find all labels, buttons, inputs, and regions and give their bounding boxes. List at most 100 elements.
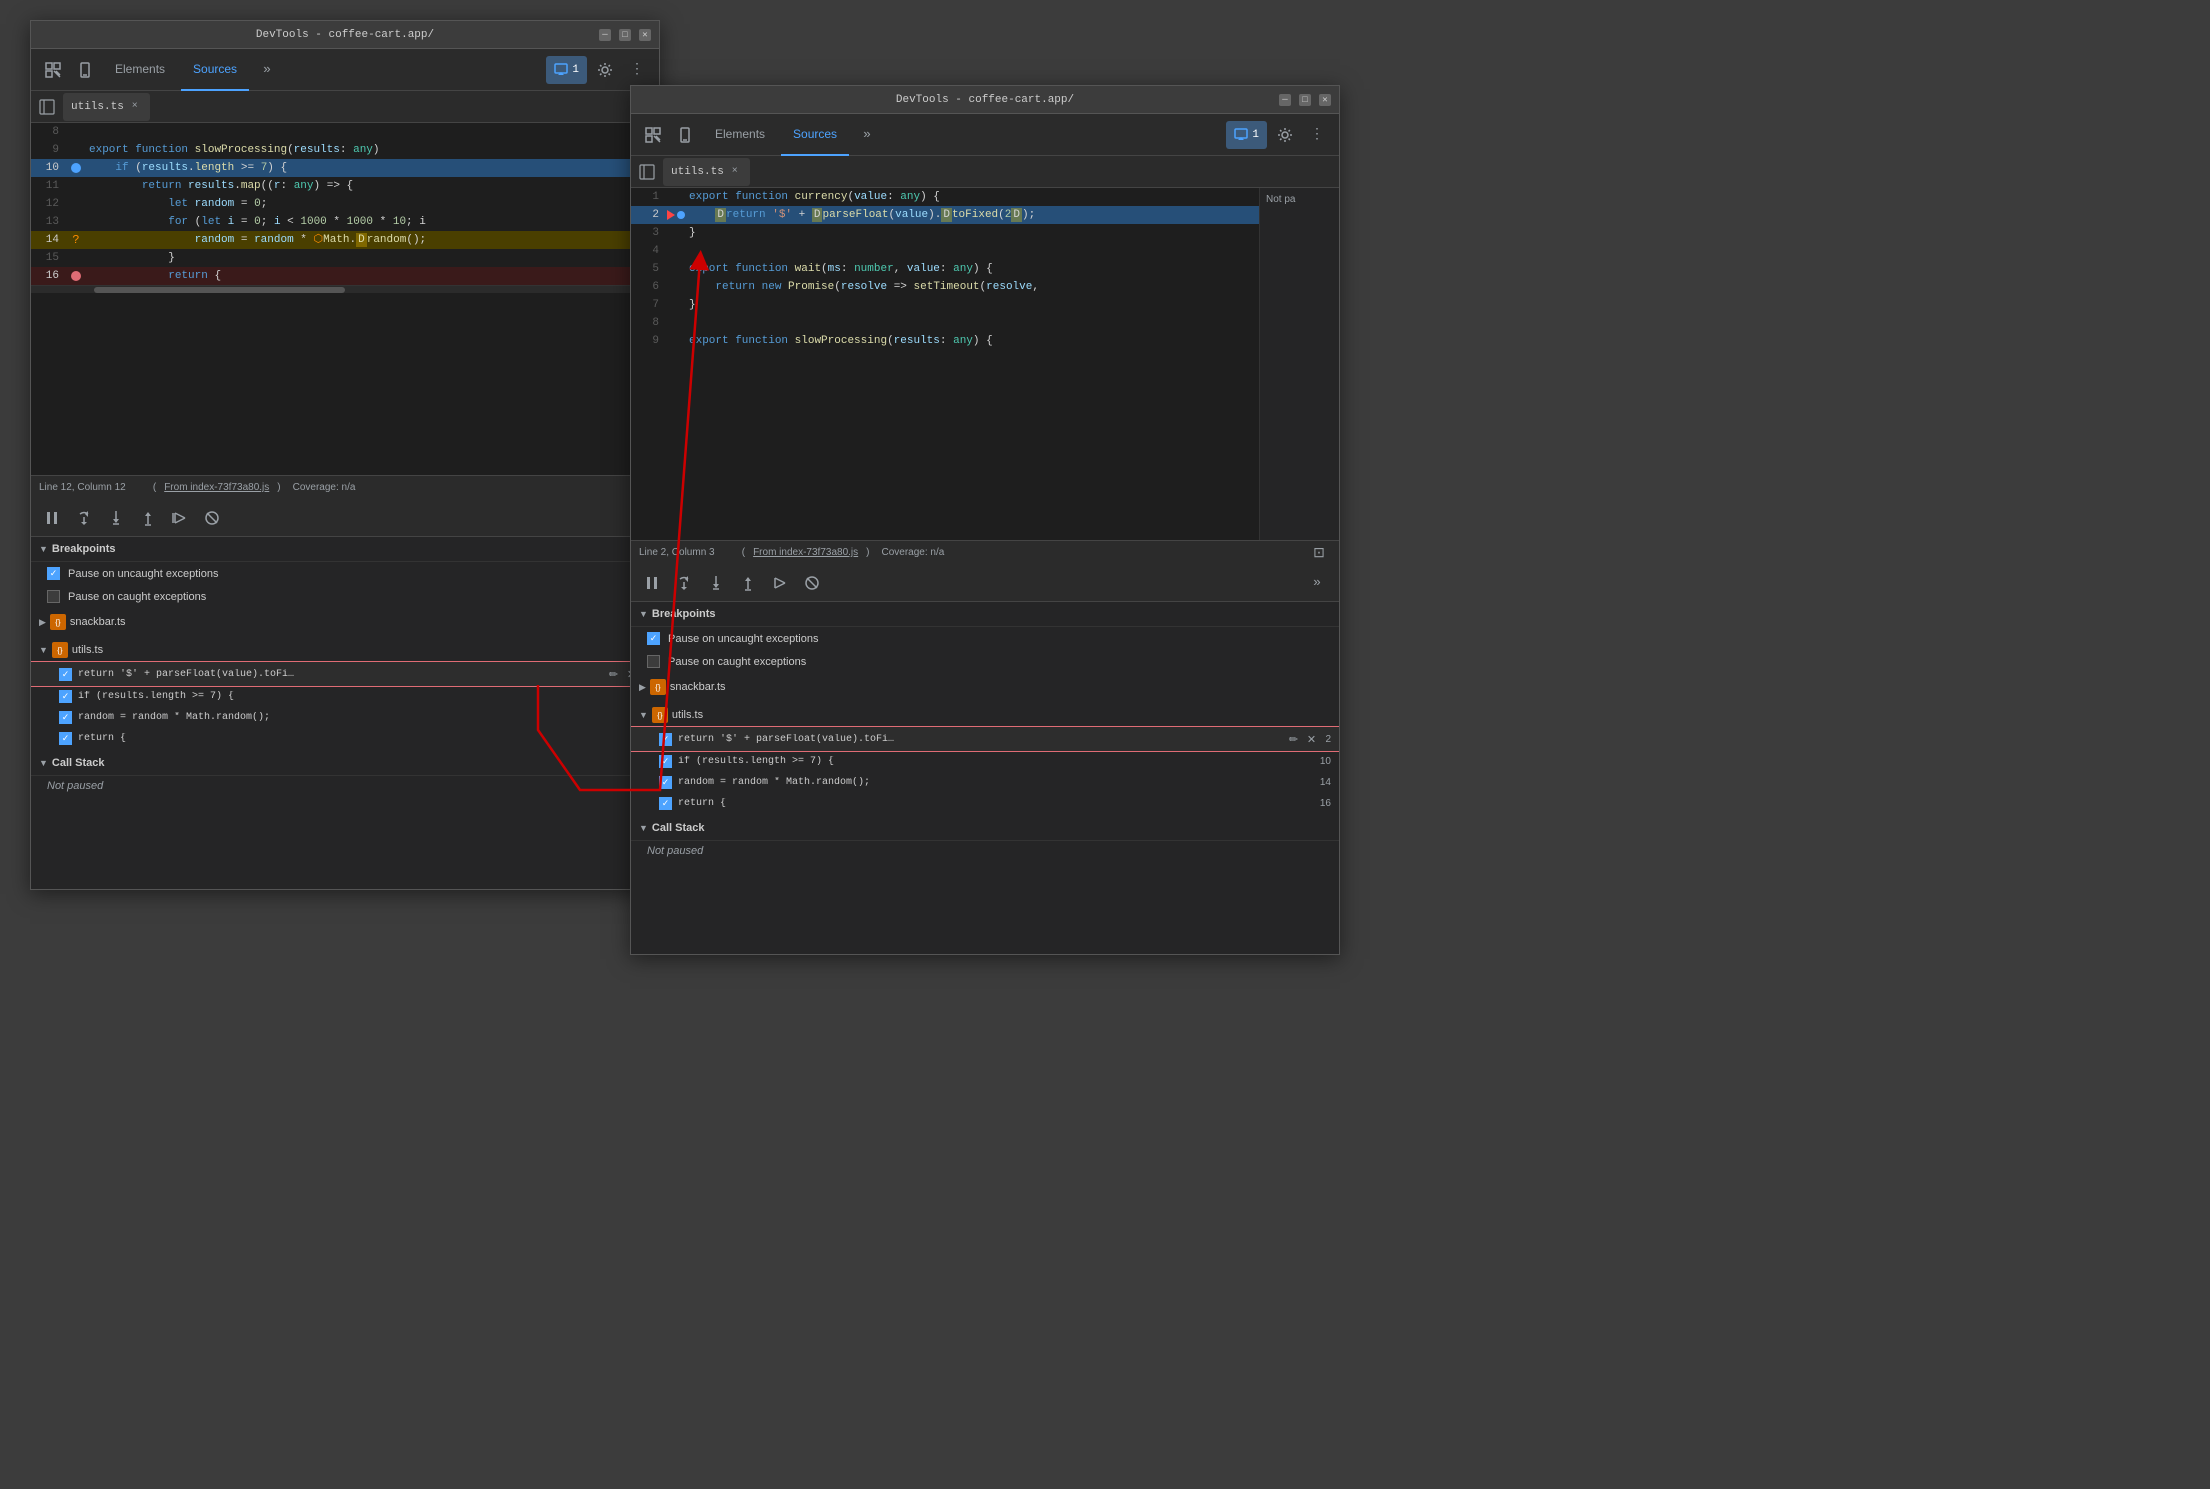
restore-btn-2[interactable]: □ — [1299, 94, 1311, 106]
close-tab-btn-1[interactable]: × — [128, 100, 142, 114]
bp-cb-1-1[interactable] — [59, 668, 72, 681]
device-icon-2[interactable] — [671, 121, 699, 149]
step-out-btn-2[interactable] — [735, 570, 761, 596]
titlebar-1: DevTools - coffee-cart.app/ ─ □ ✕ — [31, 21, 659, 49]
bp-edit-btn-1-2[interactable]: ✏ — [1285, 731, 1301, 747]
pause-caught-item-1: Pause on caught exceptions — [31, 585, 659, 608]
call-stack-header-2[interactable]: ▼ Call Stack — [631, 816, 1339, 841]
step-out-btn-1[interactable] — [135, 505, 161, 531]
step-into-btn-1[interactable] — [103, 505, 129, 531]
pause-resume-btn-2[interactable] — [639, 570, 665, 596]
editor-scrollbar-1[interactable] — [31, 285, 659, 293]
bp-edit-btn-1-1[interactable]: ✏ — [605, 666, 621, 682]
more-tabs-btn-2[interactable]: » — [853, 121, 881, 149]
bp-cb-3-2[interactable] — [659, 776, 672, 789]
pause-caught-cb-1[interactable] — [47, 590, 60, 603]
source-map-link-1[interactable]: From index-73f73a80.js — [164, 482, 269, 493]
code-line-w2-4: 4 — [631, 242, 1259, 260]
call-stack-label-1: Call Stack — [52, 757, 105, 769]
call-stack-header-1[interactable]: ▼ Call Stack — [31, 751, 659, 776]
step-over-btn-2[interactable] — [671, 570, 697, 596]
device-icon[interactable] — [71, 56, 99, 84]
breakpoints-header-2[interactable]: ▼ Breakpoints — [631, 602, 1339, 627]
file-header-utils-2[interactable]: ▼ {} utils.ts — [631, 703, 1339, 727]
minimize-btn-2[interactable]: ─ — [1279, 94, 1291, 106]
bp-cb-2-2[interactable] — [659, 755, 672, 768]
code-editor-2: 1 export function currency(value: any) {… — [631, 188, 1259, 540]
tab-sources-2[interactable]: Sources — [781, 114, 849, 156]
code-line-11: 11 return results.map((r: any) => { — [31, 177, 659, 195]
deactivate-breakpoints-btn-1[interactable] — [199, 505, 225, 531]
code-line-w2-7: 7 } — [631, 296, 1259, 314]
bp-row-3-2[interactable]: random = random * Math.random(); 14 — [631, 772, 1339, 793]
bp-row-4-1[interactable]: return { 16 — [31, 728, 659, 749]
tab-sources-1[interactable]: Sources — [181, 49, 249, 91]
messages-btn-2[interactable]: 1 — [1226, 121, 1267, 149]
step-into-btn-2[interactable] — [703, 570, 729, 596]
window-controls-2: ─ □ ✕ — [1279, 94, 1331, 106]
file-tab-utils-2[interactable]: utils.ts × — [663, 158, 750, 186]
pause-uncaught-cb-2[interactable] — [647, 632, 660, 645]
code-editor-1: 8 9 export function slowProcessing(resul… — [31, 123, 659, 475]
bp-row-3-1[interactable]: random = random * Math.random(); 14 — [31, 707, 659, 728]
source-map-link-2[interactable]: From index-73f73a80.js — [753, 547, 858, 558]
minimize-btn-1[interactable]: ─ — [599, 29, 611, 41]
pause-uncaught-cb-1[interactable] — [47, 567, 60, 580]
bp-line-2-2: 10 — [1320, 756, 1331, 767]
deactivate-breakpoints-btn-2[interactable] — [799, 570, 825, 596]
bp-line-3-2: 14 — [1320, 777, 1331, 788]
bp-row-2-2[interactable]: if (results.length >= 7) { 10 — [631, 751, 1339, 772]
file-section-utils-2: ▼ {} utils.ts return '$' + parseFloat(va… — [631, 701, 1339, 816]
bp-line-1-2: 2 — [1325, 734, 1331, 745]
bp-cb-3-1[interactable] — [59, 711, 72, 724]
close-tab-btn-2[interactable]: × — [728, 165, 742, 179]
snackbar-filename-2: snackbar.ts — [670, 681, 726, 693]
file-header-snackbar-1[interactable]: ▶ {} snackbar.ts — [31, 610, 659, 634]
step-over-btn-1[interactable] — [71, 505, 97, 531]
more-menu-icon-1[interactable]: ⋮ — [623, 56, 651, 84]
code-line-16: 16 return { — [31, 267, 659, 285]
continue-btn-1[interactable] — [167, 505, 193, 531]
expand-panel-btn-2[interactable]: ⊡ — [1307, 541, 1331, 565]
bp-cb-4-2[interactable] — [659, 797, 672, 810]
tab-elements-1[interactable]: Elements — [103, 49, 177, 91]
pause-uncaught-label-1: Pause on uncaught exceptions — [68, 568, 218, 580]
pause-resume-btn-1[interactable] — [39, 505, 65, 531]
pause-caught-cb-2[interactable] — [647, 655, 660, 668]
bp-cb-4-1[interactable] — [59, 732, 72, 745]
settings-icon-2[interactable] — [1271, 121, 1299, 149]
bp-row-2-1[interactable]: if (results.length >= 7) { 10 — [31, 686, 659, 707]
settings-icon-1[interactable] — [591, 56, 619, 84]
breakpoints-header-1[interactable]: ▼ Breakpoints — [31, 537, 659, 562]
sidebar-toggle-1[interactable] — [35, 95, 59, 119]
more-tabs-btn-1[interactable]: » — [253, 56, 281, 84]
inspect-icon[interactable] — [39, 56, 67, 84]
tab-elements-2[interactable]: Elements — [703, 114, 777, 156]
file-section-snackbar-2: ▶ {} snackbar.ts — [631, 673, 1339, 701]
code-line-10: 10 if (results.length >= 7) { — [31, 159, 659, 177]
bp-cb-2-1[interactable] — [59, 690, 72, 703]
bp-row-1-1[interactable]: return '$' + parseFloat(value).toFi… ✏ ✕… — [31, 662, 659, 686]
tab-bar-1: utils.ts × — [31, 91, 659, 123]
bp-row-4-2[interactable]: return { 16 — [631, 793, 1339, 814]
close-btn-1[interactable]: ✕ — [639, 29, 651, 41]
inspect-icon-2[interactable] — [639, 121, 667, 149]
debugger-more-btn-2[interactable]: » — [1303, 569, 1331, 597]
devtools-window-1: DevTools - coffee-cart.app/ ─ □ ✕ Elemen… — [30, 20, 660, 890]
more-menu-icon-2[interactable]: ⋮ — [1303, 121, 1331, 149]
close-btn-2[interactable]: ✕ — [1319, 94, 1331, 106]
code-line-w2-2: 2 Dreturn '$' + DparseFloat(value).DtoFi… — [631, 206, 1259, 224]
messages-btn-1[interactable]: 1 — [546, 56, 587, 84]
titlebar-2: DevTools - coffee-cart.app/ ─ □ ✕ — [631, 86, 1339, 114]
file-tab-utils-1[interactable]: utils.ts × — [63, 93, 150, 121]
bp-row-1-2[interactable]: return '$' + parseFloat(value).toFi… ✏ ✕… — [631, 727, 1339, 751]
code-line-w2-6: 6 return new Promise(resolve => setTimeo… — [631, 278, 1259, 296]
file-header-snackbar-2[interactable]: ▶ {} snackbar.ts — [631, 675, 1339, 699]
sidebar-toggle-2[interactable] — [635, 160, 659, 184]
bp-cb-1-2[interactable] — [659, 733, 672, 746]
continue-btn-2[interactable] — [767, 570, 793, 596]
restore-btn-1[interactable]: □ — [619, 29, 631, 41]
snackbar-file-icon-2: {} — [650, 679, 666, 695]
file-header-utils-1[interactable]: ▼ {} utils.ts — [31, 638, 659, 662]
bp-delete-btn-1-2[interactable]: ✕ — [1303, 731, 1319, 747]
